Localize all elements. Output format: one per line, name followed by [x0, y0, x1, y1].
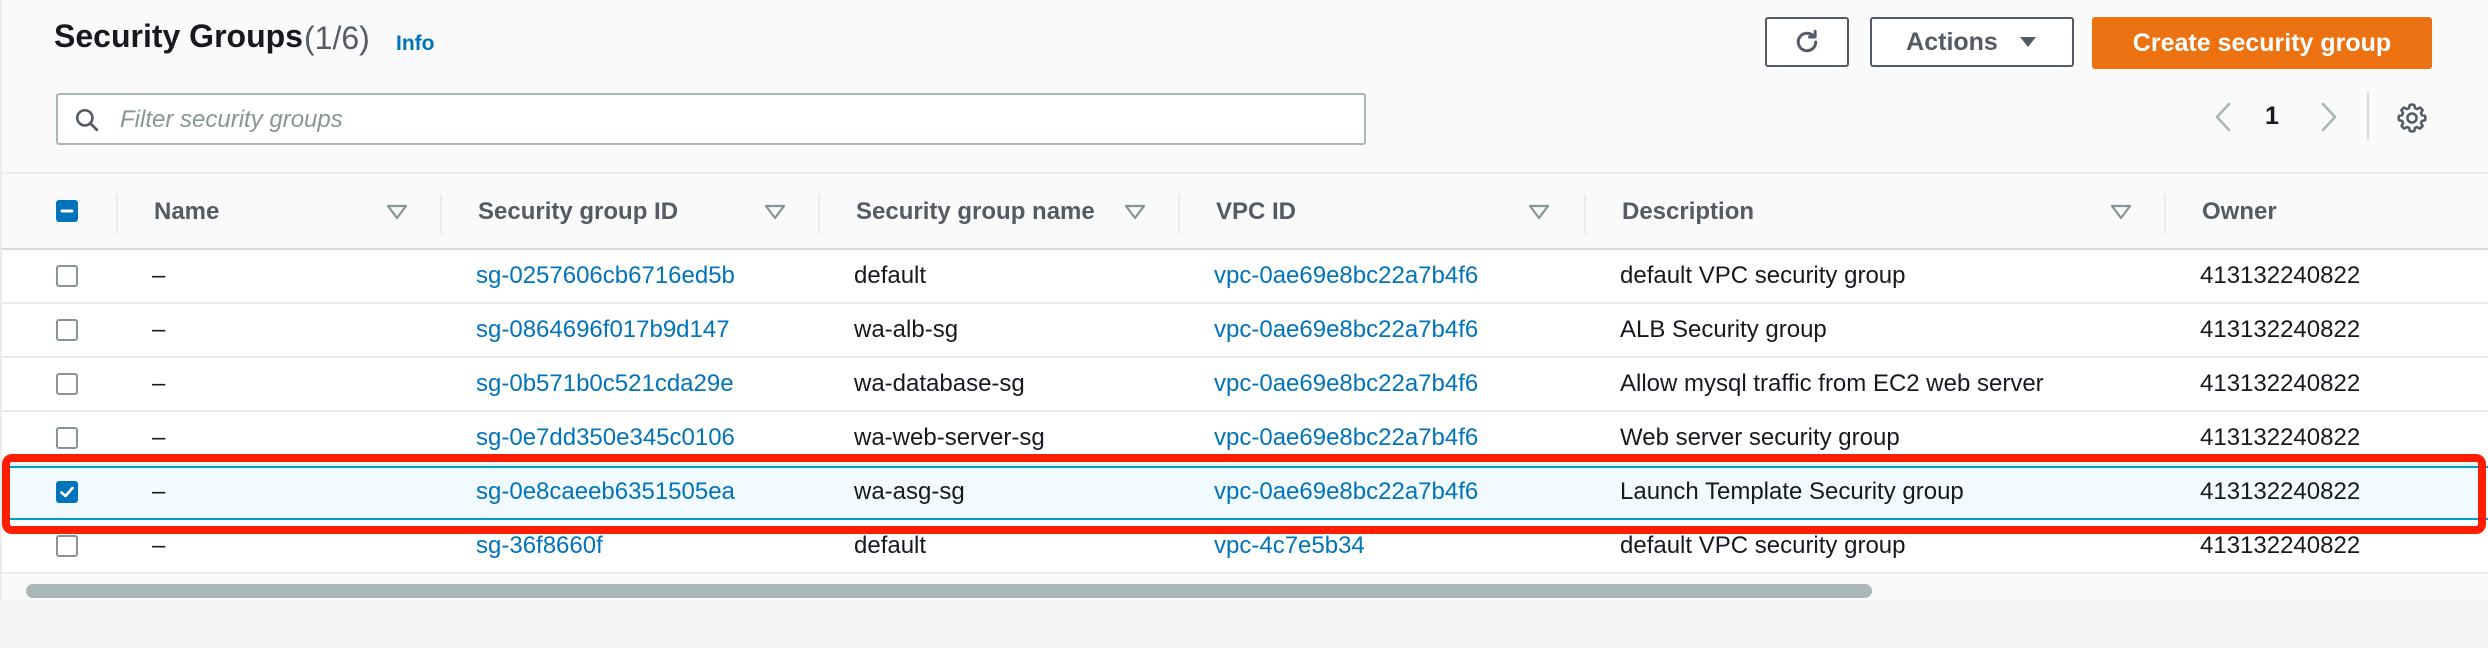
caret-down-icon: [2019, 37, 2036, 47]
row-checkbox[interactable]: [56, 265, 78, 287]
cell-security-group-name: wa-asg-sg: [854, 478, 965, 505]
column-header-security-group-id[interactable]: Security group ID: [478, 198, 678, 226]
actions-label: Actions: [1906, 27, 1998, 56]
select-all-checkbox[interactable]: [56, 200, 78, 222]
cell-security-group-id[interactable]: sg-0e7dd350e345c0106: [476, 424, 735, 452]
current-page-number[interactable]: 1: [2265, 102, 2279, 131]
cell-name: –: [152, 370, 166, 397]
sort-caret-icon[interactable]: [764, 204, 786, 220]
column-separator: [440, 194, 442, 234]
row-checkbox[interactable]: [56, 319, 78, 341]
row-checkbox-checked[interactable]: [56, 481, 78, 503]
checkmark-icon: [60, 486, 74, 498]
cell-vpc-id[interactable]: vpc-0ae69e8bc22a7b4f6: [1214, 478, 1478, 506]
column-separator: [818, 194, 820, 234]
row-checkbox[interactable]: [56, 373, 78, 395]
page-title: Security Groups: [54, 18, 303, 54]
cell-security-group-id[interactable]: sg-0b571b0c521cda29e: [476, 370, 734, 398]
chevron-right-icon[interactable]: [2318, 101, 2340, 133]
cell-vpc-id[interactable]: vpc-0ae69e8bc22a7b4f6: [1214, 370, 1478, 398]
sort-caret-icon[interactable]: [386, 204, 408, 220]
cell-owner: 413132240822: [2200, 316, 2361, 343]
column-header-security-group-name[interactable]: Security group name: [856, 198, 1095, 226]
table-row[interactable]: – sg-0b571b0c521cda29e wa-database-sg vp…: [2, 358, 2488, 412]
column-separator: [2164, 194, 2166, 234]
search-field[interactable]: [56, 93, 1366, 145]
cell-security-group-id[interactable]: sg-0257606cb6716ed5b: [476, 262, 735, 290]
refresh-button[interactable]: [1765, 17, 1849, 67]
row-checkbox[interactable]: [56, 535, 78, 557]
create-security-group-button[interactable]: Create security group: [2092, 17, 2432, 69]
panel-header: Security Groups (1/6) Info Actions Creat…: [2, 0, 2488, 172]
search-input[interactable]: [118, 103, 1342, 137]
create-button-label: Create security group: [2132, 28, 2392, 57]
indeterminate-icon: [60, 209, 74, 213]
table-row-selected[interactable]: – sg-0e8caeeb6351505ea wa-asg-sg vpc-0ae…: [2, 466, 2488, 520]
actions-button[interactable]: Actions: [1870, 17, 2074, 67]
cell-name: –: [152, 478, 166, 505]
search-icon: [75, 108, 99, 132]
column-header-owner[interactable]: Owner: [2202, 198, 2277, 226]
cell-security-group-name: default: [854, 262, 927, 289]
cell-name: –: [152, 424, 166, 451]
chevron-left-icon[interactable]: [2212, 101, 2234, 133]
cell-security-group-id[interactable]: sg-0e8caeeb6351505ea: [476, 478, 735, 506]
column-separator: [1584, 194, 1586, 234]
refresh-icon: [1796, 29, 1818, 53]
cell-security-group-name: default: [854, 532, 927, 559]
table-header: Name Security group ID Security group na…: [2, 172, 2488, 250]
cell-description: Web server security group: [1620, 424, 1900, 451]
cell-vpc-id[interactable]: vpc-0ae69e8bc22a7b4f6: [1214, 316, 1478, 344]
info-link[interactable]: Info: [396, 32, 434, 56]
sort-caret-icon[interactable]: [2110, 204, 2132, 220]
column-header-vpc-id[interactable]: VPC ID: [1216, 198, 1296, 226]
selection-count: (1/6): [304, 20, 370, 56]
pager-divider: [2367, 92, 2369, 140]
column-header-description[interactable]: Description: [1622, 198, 1754, 226]
cell-name: –: [152, 262, 166, 289]
cell-name: –: [152, 316, 166, 343]
cell-description: default VPC security group: [1620, 262, 1906, 289]
cell-description: Allow mysql traffic from EC2 web server: [1620, 370, 2044, 397]
cell-owner: 413132240822: [2200, 532, 2361, 559]
cell-owner: 413132240822: [2200, 370, 2361, 397]
cell-description: default VPC security group: [1620, 532, 1906, 559]
cell-security-group-name: wa-web-server-sg: [854, 424, 1045, 451]
cell-owner: 413132240822: [2200, 424, 2361, 451]
table-row[interactable]: – sg-0864696f017b9d147 wa-alb-sg vpc-0ae…: [2, 304, 2488, 358]
cell-description: Launch Template Security group: [1620, 478, 1964, 505]
cell-owner: 413132240822: [2200, 262, 2361, 289]
gear-icon[interactable]: [2395, 101, 2429, 135]
cell-vpc-id[interactable]: vpc-0ae69e8bc22a7b4f6: [1214, 262, 1478, 290]
cell-vpc-id[interactable]: vpc-0ae69e8bc22a7b4f6: [1214, 424, 1478, 452]
table-row[interactable]: – sg-0e7dd350e345c0106 wa-web-server-sg …: [2, 412, 2488, 466]
cell-security-group-id[interactable]: sg-0864696f017b9d147: [476, 316, 730, 344]
sort-caret-icon[interactable]: [1124, 204, 1146, 220]
cell-description: ALB Security group: [1620, 316, 1827, 343]
cell-security-group-name: wa-database-sg: [854, 370, 1025, 397]
table-row[interactable]: – sg-0257606cb6716ed5b default vpc-0ae69…: [2, 250, 2488, 304]
cell-owner: 413132240822: [2200, 478, 2361, 505]
horizontal-scrollbar-thumb[interactable]: [26, 584, 1872, 598]
row-checkbox[interactable]: [56, 427, 78, 449]
column-separator: [1178, 194, 1180, 234]
cell-security-group-id[interactable]: sg-36f8660f: [476, 532, 603, 560]
security-groups-panel: Security Groups (1/6) Info Actions Creat…: [0, 0, 2488, 600]
cell-security-group-name: wa-alb-sg: [854, 316, 959, 343]
column-separator: [116, 194, 118, 234]
sort-caret-icon[interactable]: [1528, 204, 1550, 220]
cell-vpc-id[interactable]: vpc-4c7e5b34: [1214, 532, 1365, 560]
column-header-name[interactable]: Name: [154, 198, 219, 226]
table-row[interactable]: – sg-36f8660f default vpc-4c7e5b34 defau…: [2, 520, 2488, 574]
cell-name: –: [152, 532, 166, 559]
